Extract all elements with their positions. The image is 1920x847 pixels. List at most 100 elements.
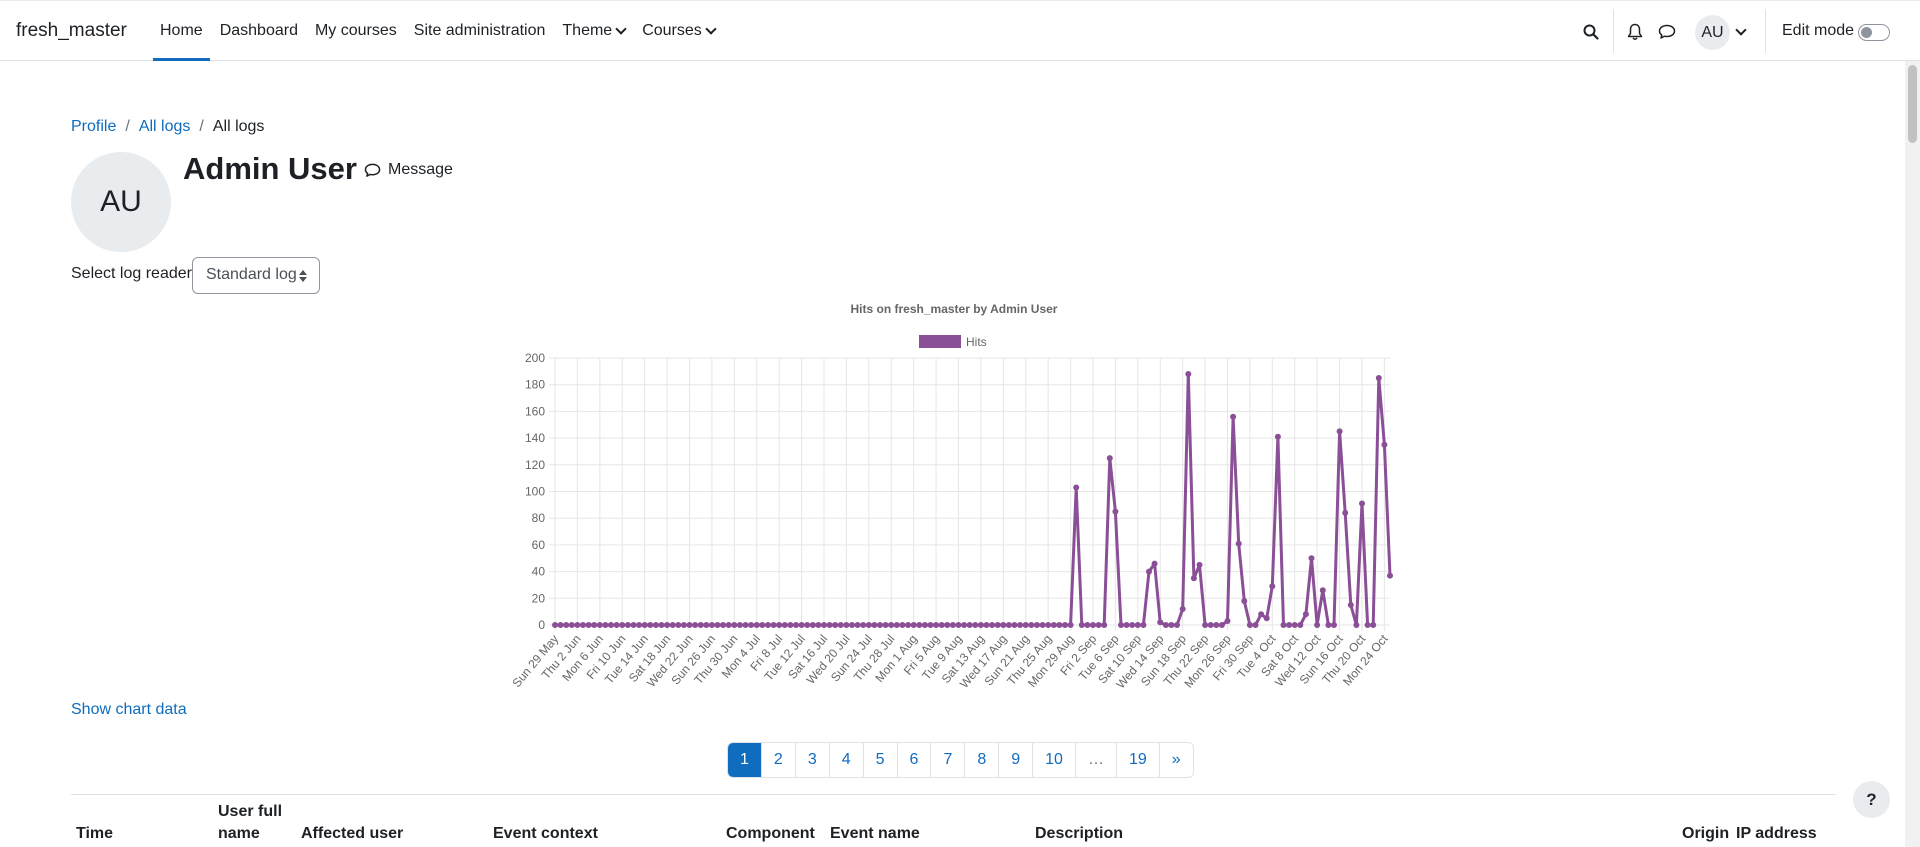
column-header-time[interactable]: Time <box>76 823 113 845</box>
show-chart-data-link[interactable]: Show chart data <box>71 701 187 719</box>
edit-mode-toggle[interactable] <box>1858 24 1890 41</box>
message-button[interactable]: Message <box>364 161 453 179</box>
data-point <box>1005 622 1012 628</box>
pagination-page[interactable]: 4 <box>828 743 863 777</box>
search-icon[interactable] <box>1583 24 1599 45</box>
data-point <box>815 622 822 628</box>
data-point <box>832 622 839 628</box>
nav-item-my-courses[interactable]: My courses <box>308 1 404 61</box>
column-header-user-full-name[interactable]: User full name <box>218 801 288 845</box>
data-point <box>1112 508 1119 515</box>
column-header-event-context[interactable]: Event context <box>493 823 598 845</box>
data-point <box>776 622 783 628</box>
data-point <box>821 622 827 628</box>
data-point <box>1325 622 1332 628</box>
data-point <box>921 622 928 628</box>
data-point <box>871 622 878 628</box>
chart-grid <box>549 357 1390 631</box>
data-point <box>703 622 710 628</box>
data-point <box>608 622 614 628</box>
breadcrumb: Profile / All logs / All logs <box>71 118 264 136</box>
data-point <box>1347 602 1354 608</box>
data-point <box>1314 622 1321 628</box>
data-point <box>1140 622 1147 628</box>
data-point <box>697 622 704 628</box>
column-header-origin[interactable]: Origin <box>1682 823 1729 845</box>
column-header-component[interactable]: Component <box>726 823 815 845</box>
data-point <box>1302 611 1309 618</box>
column-header-ip-address[interactable]: IP address <box>1736 823 1817 845</box>
data-point <box>1090 622 1096 628</box>
data-point <box>1213 622 1220 628</box>
breadcrumb-item[interactable]: All logs <box>139 118 191 136</box>
data-point <box>1297 622 1304 628</box>
nav-item-dashboard[interactable]: Dashboard <box>213 1 305 61</box>
log-reader-select[interactable]: Standard log <box>192 257 320 294</box>
column-header-description[interactable]: Description <box>1035 823 1123 845</box>
data-point <box>630 622 637 628</box>
data-point <box>1050 622 1057 628</box>
nav-item-site-administration[interactable]: Site administration <box>407 1 553 61</box>
data-point <box>1022 622 1029 628</box>
navbar-divider <box>1765 9 1766 53</box>
legend-swatch <box>919 335 961 348</box>
nav-item-theme[interactable]: Theme <box>555 1 632 61</box>
data-point <box>552 622 558 628</box>
data-point <box>736 622 743 628</box>
data-point <box>1190 575 1197 582</box>
pagination-page[interactable]: 5 <box>862 743 897 777</box>
notification-bell-icon[interactable] <box>1627 23 1643 46</box>
pagination-ellipsis: … <box>1074 743 1116 777</box>
pagination-page[interactable]: 1 <box>728 743 761 777</box>
breadcrumb-item[interactable]: Profile <box>71 118 116 136</box>
y-tick-label: 160 <box>525 404 545 418</box>
help-button[interactable]: ? <box>1853 781 1890 818</box>
data-point <box>1291 622 1298 628</box>
data-point <box>944 622 951 628</box>
y-tick-label: 20 <box>532 591 546 605</box>
column-header-event-name[interactable]: Event name <box>830 823 920 845</box>
data-point <box>574 622 581 628</box>
pagination-page[interactable]: 9 <box>998 743 1032 777</box>
nav-item-label: Courses <box>642 22 702 39</box>
data-point <box>1039 622 1046 628</box>
data-point <box>882 622 889 628</box>
data-point <box>781 622 788 628</box>
pagination-page[interactable]: 6 <box>896 743 931 777</box>
data-point <box>910 622 917 628</box>
data-point <box>837 622 844 628</box>
nav-item-label: Site administration <box>413 22 546 39</box>
pagination-page[interactable]: 7 <box>930 743 964 777</box>
data-point <box>966 622 973 628</box>
log-reader-selected: Standard log <box>206 266 297 283</box>
chevron-down-icon <box>705 22 717 35</box>
data-point <box>809 622 816 628</box>
data-point <box>1101 622 1108 628</box>
pagination-page[interactable]: 3 <box>794 743 829 777</box>
scrollbar-thumb[interactable] <box>1908 65 1917 143</box>
column-header-affected-user[interactable]: Affected user <box>301 823 403 845</box>
chevron-down-icon[interactable] <box>1735 24 1747 36</box>
data-point <box>557 622 564 628</box>
data-point <box>843 622 850 628</box>
site-brand[interactable]: fresh_master <box>16 20 127 42</box>
pagination-page[interactable]: 8 <box>964 743 998 777</box>
data-point <box>1263 615 1270 622</box>
data-point <box>1134 622 1141 628</box>
chart-y-ticks: 0 20 40 60 80 100 120 140 160 180 200 <box>525 351 545 632</box>
pagination-page[interactable]: 2 <box>760 743 795 777</box>
data-point <box>798 622 805 628</box>
messages-icon[interactable] <box>1658 24 1676 45</box>
nav-item-courses[interactable]: Courses <box>635 1 722 61</box>
pagination-next[interactable]: » <box>1158 743 1193 777</box>
user-menu-avatar[interactable]: AU <box>1695 15 1730 50</box>
pagination-page[interactable]: 19 <box>1115 743 1159 777</box>
data-point <box>1118 622 1124 628</box>
data-point <box>933 622 940 628</box>
data-point <box>1258 611 1265 618</box>
data-point <box>994 622 1001 628</box>
data-point <box>658 622 665 628</box>
nav-item-home[interactable]: Home <box>153 1 210 61</box>
pagination-page[interactable]: 10 <box>1032 743 1075 777</box>
data-point <box>1280 622 1287 628</box>
